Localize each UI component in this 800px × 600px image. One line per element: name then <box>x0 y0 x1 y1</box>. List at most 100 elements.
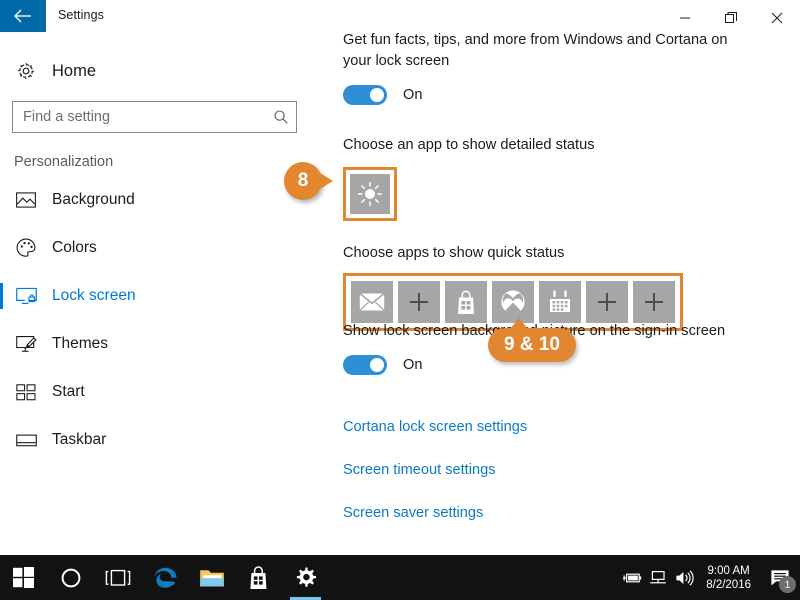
palette-icon <box>0 238 52 258</box>
quick-status-heading: Choose apps to show quick status <box>343 245 565 261</box>
callout-badge-8: 8 <box>284 162 333 200</box>
clock-date: 8/2/2016 <box>706 578 751 591</box>
quick-status-tile-add-1[interactable] <box>398 281 440 323</box>
taskbar-cortana-button[interactable] <box>47 555 94 600</box>
clock-time: 9:00 AM <box>707 564 750 577</box>
window-title: Settings <box>58 8 104 22</box>
store-icon <box>458 290 474 314</box>
mail-icon <box>359 292 385 311</box>
back-arrow-icon <box>14 9 31 23</box>
signin-background-toggle[interactable] <box>343 355 387 375</box>
detailed-status-section: Choose an app to show detailed status <box>343 135 595 221</box>
sidebar-item-colors[interactable]: Colors <box>0 224 330 272</box>
toggle-knob <box>370 358 384 372</box>
sidebar-item-label: Lock screen <box>52 287 136 304</box>
cortana-tips-toggle[interactable] <box>343 85 387 105</box>
file-explorer-icon <box>199 569 224 586</box>
battery-charging-icon[interactable] <box>619 555 645 600</box>
volume-icon[interactable] <box>671 555 697 600</box>
sidebar-item-home[interactable]: Home <box>0 54 300 88</box>
quick-status-tile-calendar[interactable] <box>539 281 581 323</box>
back-button[interactable] <box>0 0 46 32</box>
link-cortana-lock-screen-settings-wrap: Cortana lock screen settings <box>343 418 527 436</box>
sidebar-item-lock-screen[interactable]: Lock screen <box>0 272 330 320</box>
settings-window: Settings Home Find a setting Personaliza… <box>0 0 800 600</box>
link-screen-timeout-settings[interactable]: Screen timeout settings <box>343 462 496 478</box>
taskbar-task-view-button[interactable] <box>94 555 141 600</box>
quick-status-tile-add-2[interactable] <box>586 281 628 323</box>
callout-badge-8-label: 8 <box>297 170 309 191</box>
sidebar-category-title: Personalization <box>14 154 114 170</box>
signin-background-toggle-state: On <box>403 357 423 373</box>
taskbar-start-button[interactable] <box>0 555 47 600</box>
close-button[interactable] <box>754 0 800 36</box>
cortana-tips-toggle-state: On <box>403 87 423 103</box>
picture-icon <box>0 191 52 209</box>
system-tray: 9:00 AM 8/2/2016 1 <box>619 555 800 600</box>
callout-tail-icon <box>320 173 333 189</box>
task-view-icon <box>105 569 130 586</box>
search-box[interactable] <box>12 101 297 133</box>
sidebar-item-label: Start <box>52 383 85 400</box>
weather-sun-icon <box>357 181 383 207</box>
sidebar-nav-list: Background Colors Lock screen Themes Sta… <box>0 176 330 464</box>
link-screen-saver-settings-wrap: Screen saver settings <box>343 504 483 522</box>
main-content: Get fun facts, tips, and more from Windo… <box>330 32 800 555</box>
brush-monitor-icon <box>0 335 52 354</box>
callout-badge-9-10-label: 9 & 10 <box>504 334 560 355</box>
callout-badge-9-10: 9 & 10 <box>488 318 576 362</box>
sidebar-item-start[interactable]: Start <box>0 368 330 416</box>
windows-start-icon <box>13 567 34 588</box>
detailed-status-heading: Choose an app to show detailed status <box>343 137 595 153</box>
taskbar-icon <box>0 433 52 448</box>
detailed-status-highlight <box>343 167 397 221</box>
sidebar-item-label: Taskbar <box>52 431 107 448</box>
taskbar-file-explorer-button[interactable] <box>188 555 235 600</box>
cortana-tips-toggle-row: On <box>343 85 755 105</box>
sidebar: Home Personalization Backgroun <box>0 36 330 555</box>
edge-browser-icon <box>153 567 177 588</box>
detailed-status-tile[interactable] <box>350 174 390 214</box>
plus-icon <box>598 293 616 311</box>
start-tiles-icon <box>0 383 52 401</box>
sidebar-item-label: Colors <box>52 239 97 256</box>
calendar-icon <box>550 290 570 312</box>
lock-screen-icon <box>0 287 52 305</box>
gear-icon <box>0 61 52 81</box>
sidebar-item-taskbar[interactable]: Taskbar <box>0 416 330 464</box>
cortana-tips-setting: Get fun facts, tips, and more from Windo… <box>343 30 755 105</box>
taskbar-settings-button[interactable] <box>282 555 329 600</box>
minimize-icon <box>680 17 690 19</box>
quick-status-tile-store[interactable] <box>445 281 487 323</box>
link-cortana-lock-screen-settings[interactable]: Cortana lock screen settings <box>343 419 527 435</box>
sidebar-item-label: Themes <box>52 335 108 352</box>
xbox-icon <box>501 290 525 314</box>
cortana-circle-icon <box>61 568 80 587</box>
action-center-button[interactable]: 1 <box>760 555 800 600</box>
link-screen-saver-settings[interactable]: Screen saver settings <box>343 505 483 521</box>
search-input[interactable] <box>13 102 266 132</box>
restore-icon <box>725 12 737 23</box>
quick-status-tile-xbox[interactable] <box>492 281 534 323</box>
toggle-knob <box>370 88 384 102</box>
sidebar-item-background[interactable]: Background <box>0 176 330 224</box>
cortana-tips-label: Get fun facts, tips, and more from Windo… <box>343 32 728 69</box>
quick-status-tile-add-3[interactable] <box>633 281 675 323</box>
notification-count-badge: 1 <box>779 576 796 593</box>
plus-icon <box>410 293 428 311</box>
network-icon[interactable] <box>645 555 671 600</box>
taskbar-edge-button[interactable] <box>141 555 188 600</box>
quick-status-tile-mail[interactable] <box>351 281 393 323</box>
taskbar-clock[interactable]: 9:00 AM 8/2/2016 <box>697 564 760 592</box>
plus-icon <box>645 293 663 311</box>
callout-tail-icon <box>510 318 528 329</box>
sidebar-item-label: Background <box>52 191 135 208</box>
search-icon <box>266 109 296 125</box>
taskbar-store-button[interactable] <box>235 555 282 600</box>
close-icon <box>771 12 783 24</box>
sidebar-item-themes[interactable]: Themes <box>0 320 330 368</box>
sidebar-home-label: Home <box>52 61 97 80</box>
taskbar: 9:00 AM 8/2/2016 1 <box>0 555 800 600</box>
store-icon <box>250 565 267 589</box>
link-screen-timeout-settings-wrap: Screen timeout settings <box>343 461 496 479</box>
